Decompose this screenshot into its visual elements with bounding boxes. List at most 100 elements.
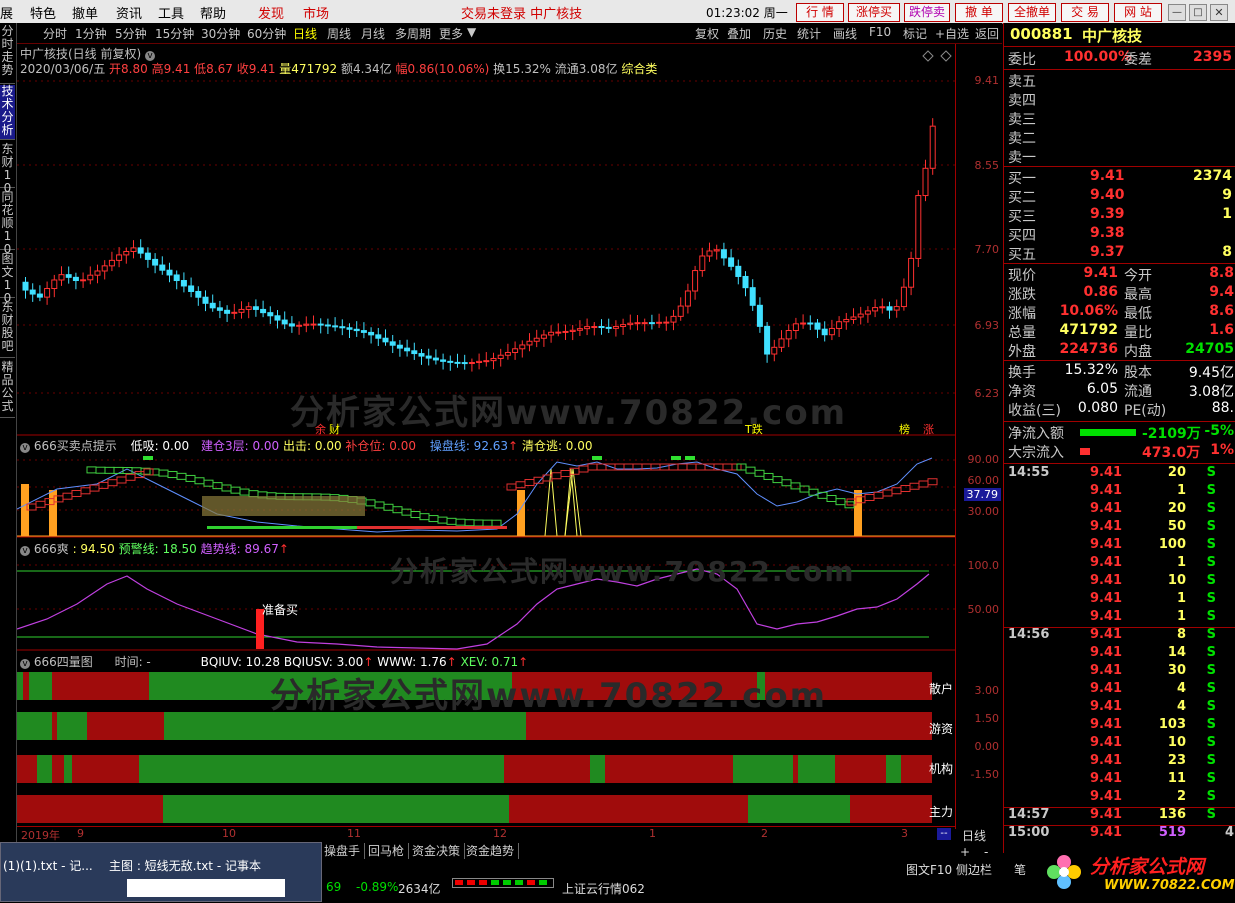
- tool-diejia[interactable]: 叠加: [727, 25, 751, 42]
- period-1min[interactable]: 1分钟: [75, 25, 107, 42]
- menu-item-zhan[interactable]: 展: [0, 3, 13, 22]
- candle-body: [108, 259, 115, 267]
- period-weekly[interactable]: 周线: [327, 25, 351, 42]
- sidebar-tab-technical[interactable]: 技术分析: [0, 85, 15, 140]
- limit-down-sell-button[interactable]: 跌停卖: [904, 3, 950, 22]
- quote-label-2: 量比: [1124, 325, 1152, 341]
- quote-value-2: 24705: [1185, 341, 1234, 357]
- weibi-label: 委比: [1008, 52, 1036, 68]
- tool-tongji[interactable]: 统计: [797, 25, 821, 42]
- zoom-out-icon[interactable]: -: [984, 845, 988, 859]
- fund-label: 收益(三): [1008, 403, 1061, 419]
- period-monthly[interactable]: 月线: [361, 25, 385, 42]
- fund-label-2: PE(动): [1124, 403, 1167, 419]
- link-note[interactable]: 笔: [1014, 861, 1026, 878]
- tab-zijinjuece[interactable]: 资金决策: [408, 843, 466, 859]
- tick-volume: 1: [1176, 555, 1186, 570]
- tool-back[interactable]: 返回: [975, 25, 999, 42]
- tab-zijinqushi[interactable]: 资金趋势: [462, 843, 520, 859]
- website-button[interactable]: 网 站: [1114, 3, 1162, 22]
- tool-f10[interactable]: F10: [869, 25, 891, 39]
- weibi-value: 100.00%: [1064, 49, 1133, 65]
- tool-biaoji[interactable]: 标记: [903, 25, 927, 42]
- sidebar-tab-eastmoney[interactable]: 东财10: [0, 143, 15, 195]
- close-icon[interactable]: ✕: [1210, 4, 1228, 21]
- fund-value: 15.32%: [1064, 362, 1118, 378]
- menu-item-shichang[interactable]: 市场: [303, 3, 329, 22]
- quote-button[interactable]: 行 情: [796, 3, 844, 22]
- period-60min[interactable]: 60分钟: [247, 25, 286, 42]
- zoom-in-icon[interactable]: +: [960, 845, 970, 859]
- panel2-item-trend: 趋势线: 89.67: [200, 542, 279, 556]
- chevron-down-icon[interactable]: ▼: [467, 25, 476, 39]
- buy-price: 9.40: [1090, 187, 1125, 203]
- sidebar-tab-timeline[interactable]: 分时走势: [0, 25, 15, 84]
- xtick-6: 2: [761, 827, 768, 840]
- stock-name: 中广核技: [1082, 27, 1143, 45]
- tick-side: S: [1206, 465, 1216, 480]
- panel3-item-xev: XEV: 0.71: [460, 655, 519, 669]
- taskbar-preview[interactable]: (1)(1).txt - 记... 主图 : 短线无敌.txt - 记事本: [0, 842, 322, 902]
- quote-row: 涨幅 10.06% 最低 8.6: [1004, 303, 1235, 322]
- link-tuwen-f10[interactable]: 图文F10: [906, 861, 952, 878]
- tool-fuquan[interactable]: 复权: [695, 25, 719, 42]
- candle-body: [382, 337, 389, 343]
- quad-segment: [23, 672, 29, 700]
- menu-item-tese[interactable]: 特色: [30, 3, 56, 22]
- period-daily[interactable]: 日线: [293, 25, 317, 42]
- maximize-icon[interactable]: □: [1189, 4, 1207, 21]
- period-15min[interactable]: 15分钟: [155, 25, 194, 42]
- cancel-order-button[interactable]: 撤 单: [955, 3, 1003, 22]
- task-item-1[interactable]: (1)(1).txt - 记...: [3, 857, 93, 874]
- sell-label: 卖三: [1008, 112, 1036, 128]
- sidebar-tab-guba[interactable]: 东财股吧: [0, 301, 15, 358]
- quote-row: 现价 9.41 今开 8.8: [1004, 265, 1235, 284]
- menu-item-gongju[interactable]: 工具: [158, 3, 184, 22]
- sidebar-tab-tonghuashun[interactable]: 同花顺10: [0, 191, 15, 256]
- period-more[interactable]: 更多: [439, 25, 463, 42]
- period-5min[interactable]: 5分钟: [115, 25, 147, 42]
- menu-bar: 展 特色 撤单 资讯 工具 帮助 发现 市场 交易未登录 中广核技 01:23:…: [0, 0, 1235, 24]
- tool-lishi[interactable]: 历史: [763, 25, 787, 42]
- tool-huaxian[interactable]: 画线: [833, 25, 857, 42]
- candle-body: [663, 321, 670, 324]
- period-30min[interactable]: 30分钟: [201, 25, 240, 42]
- chevron-down-icon[interactable]: v: [20, 443, 30, 453]
- period-multi[interactable]: 多周期: [395, 25, 431, 42]
- fund-value-2: 88.: [1211, 400, 1234, 416]
- tick-price: 9.41: [1090, 573, 1123, 588]
- task-item-2[interactable]: 主图 : 短线无敌.txt - 记事本: [109, 857, 261, 874]
- candle-body: [864, 310, 871, 315]
- quote-value: 10.06%: [1059, 303, 1118, 319]
- candle-body: [807, 322, 814, 325]
- tick-volume: 10: [1167, 573, 1186, 588]
- clock-text: 01:23:02 周一: [706, 6, 788, 20]
- candle-body: [764, 325, 771, 355]
- fund-value: 0.080: [1077, 400, 1118, 416]
- quote-label: 外盘: [1008, 344, 1036, 360]
- buy-price: 9.37: [1090, 244, 1125, 260]
- limit-up-buy-button[interactable]: 涨停买: [848, 3, 900, 22]
- cancel-all-button[interactable]: 全撤单: [1008, 3, 1056, 22]
- link-sidebar[interactable]: 侧边栏: [956, 861, 992, 878]
- trade-button[interactable]: 交 易: [1061, 3, 1109, 22]
- tool-add-watch[interactable]: +自选: [935, 25, 969, 42]
- quad-segment: [886, 755, 901, 783]
- fund-value: 6.05: [1086, 381, 1118, 397]
- menu-item-zixun[interactable]: 资讯: [116, 3, 142, 22]
- tab-huimaqiang[interactable]: 回马枪: [364, 843, 410, 859]
- tick-time: 14:56: [1008, 627, 1050, 642]
- tab-caopanshou[interactable]: 操盘手: [320, 843, 366, 859]
- menu-item-faxian[interactable]: 发现: [258, 3, 284, 22]
- minimize-icon[interactable]: —: [1168, 4, 1186, 21]
- menu-item-bangzhu[interactable]: 帮助: [200, 3, 226, 22]
- period-fenshi[interactable]: 分时: [43, 25, 67, 42]
- sidebar-tab-tuwen[interactable]: 图文10: [0, 253, 15, 305]
- chevron-down-icon[interactable]: v: [20, 546, 30, 556]
- sidebar-tab-formula[interactable]: 精品公式: [0, 361, 15, 418]
- index-amount: 2634亿: [398, 882, 441, 896]
- chevron-down-icon[interactable]: v: [20, 659, 30, 669]
- menu-item-chedan[interactable]: 撤单: [72, 3, 98, 22]
- candle-body: [749, 287, 756, 306]
- fund-row: 净资 6.05 流通 3.08亿: [1004, 381, 1235, 400]
